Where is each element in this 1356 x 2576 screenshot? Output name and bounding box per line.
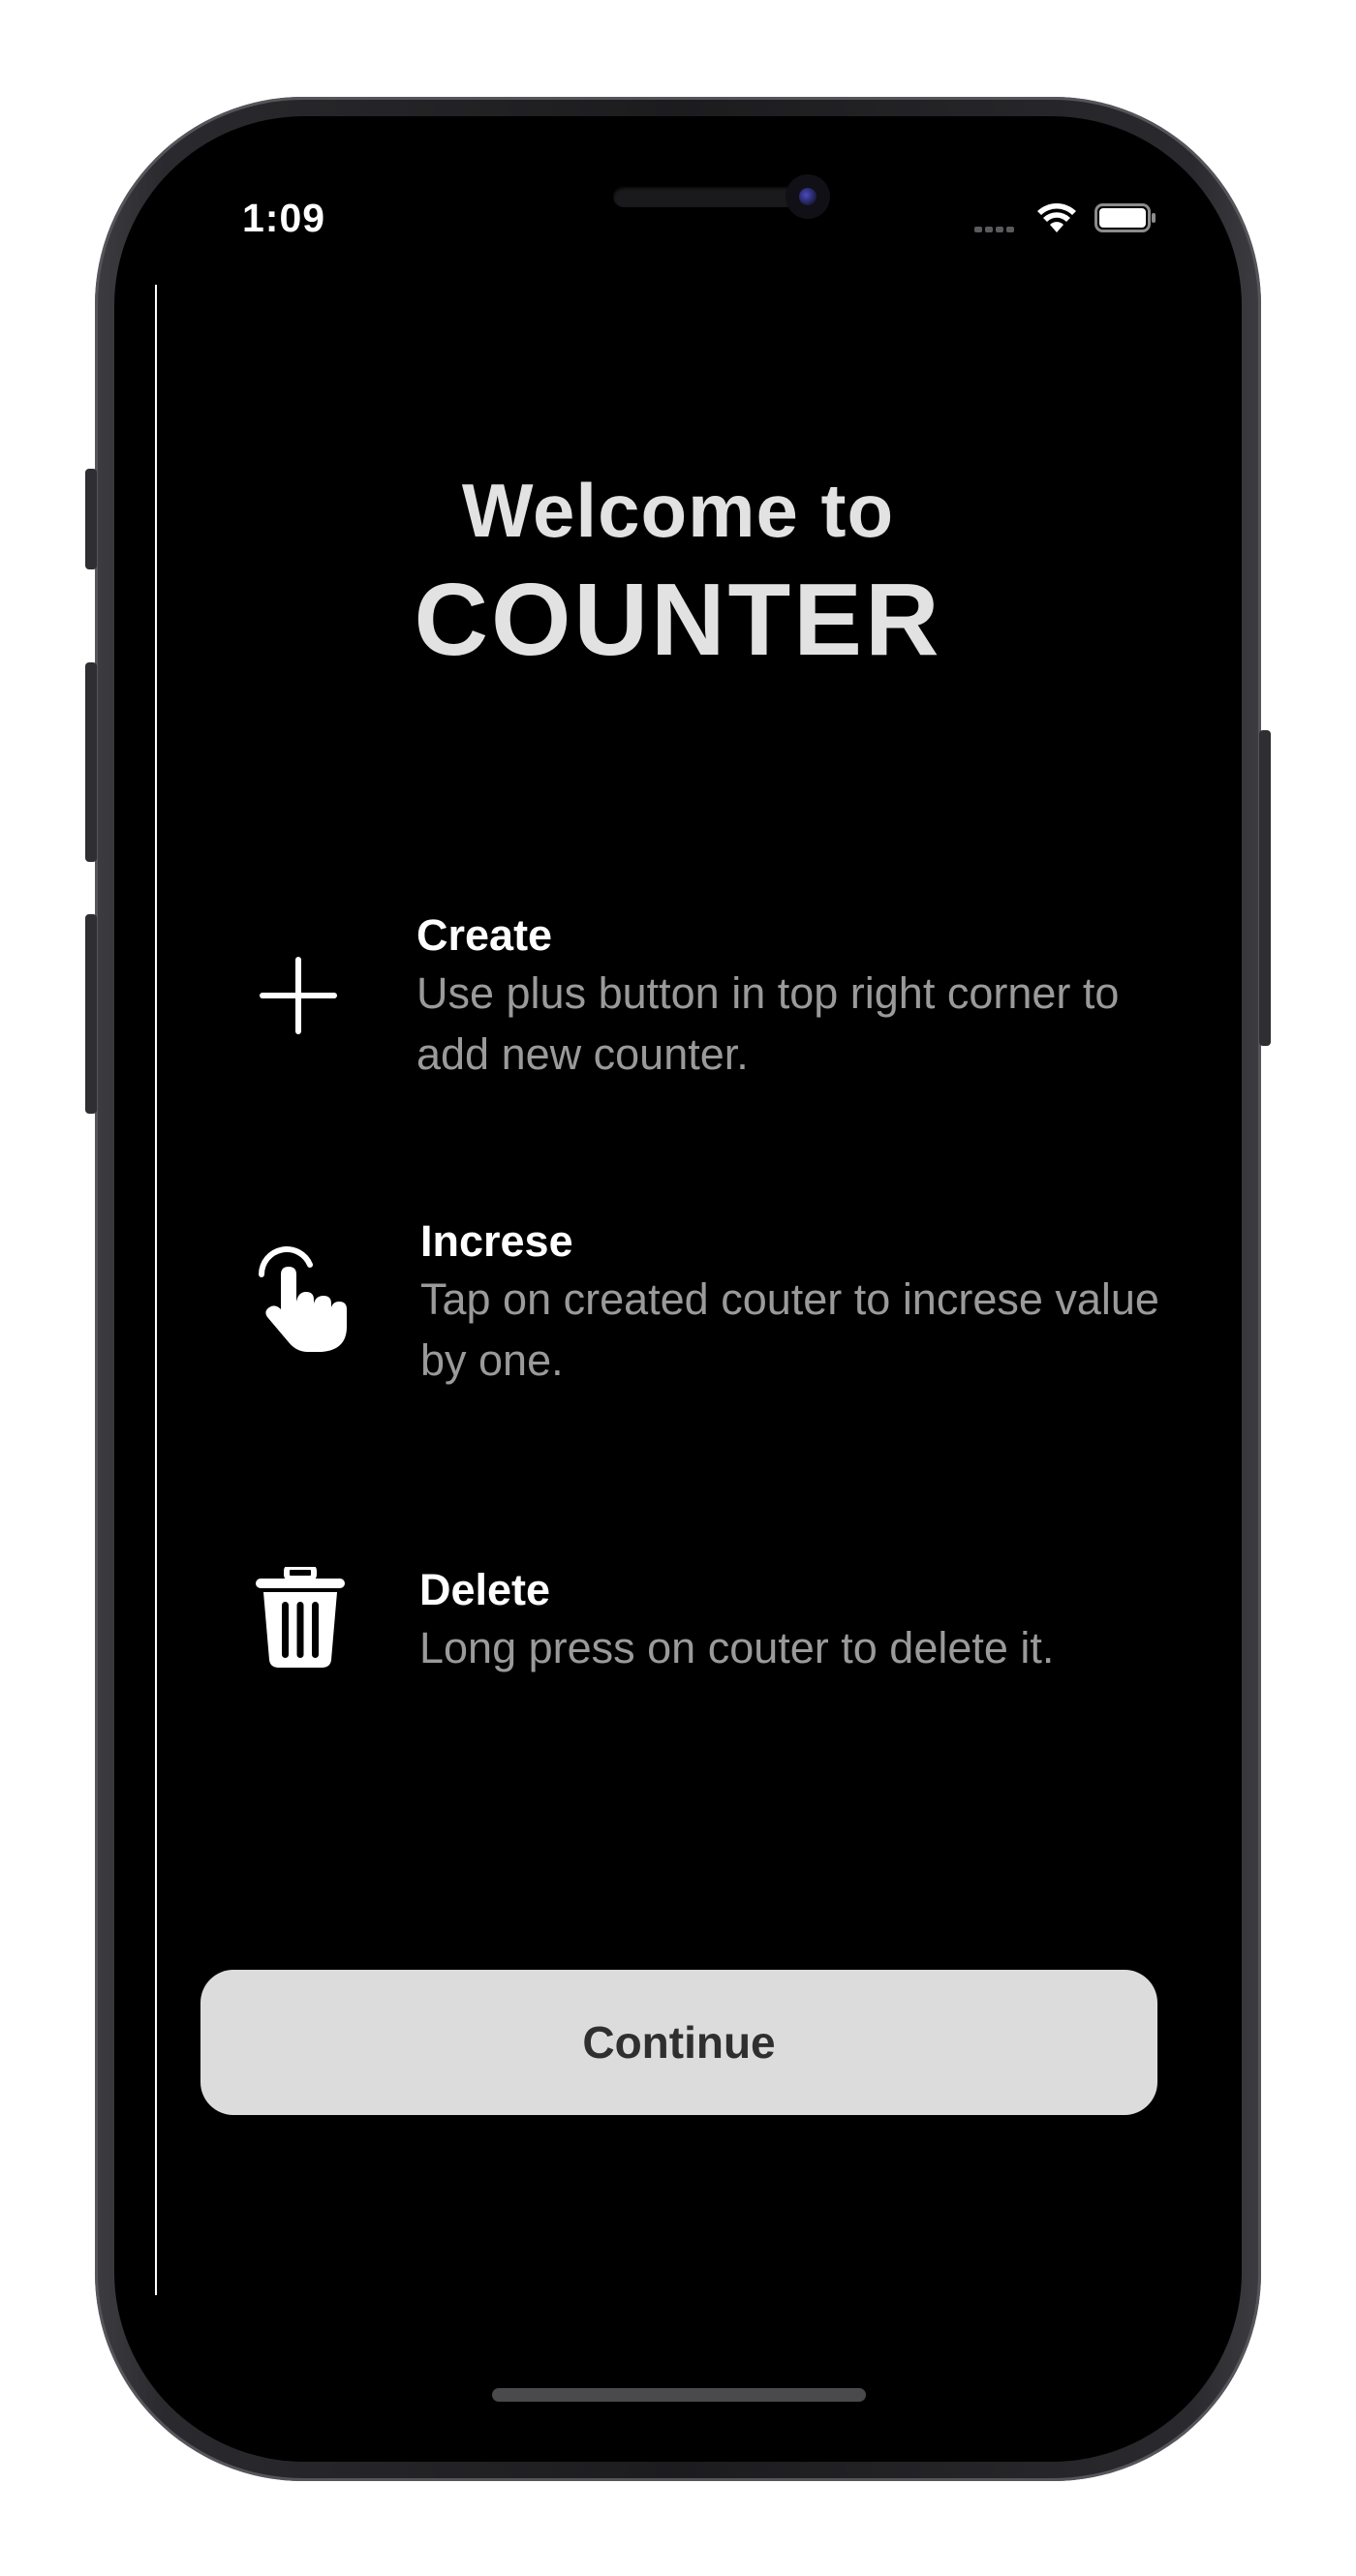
feature-delete-title: Delete <box>419 1565 551 1614</box>
volume-down-button <box>85 914 97 1114</box>
feature-increase-title: Increse <box>420 1216 573 1266</box>
feature-increase-description: Tap on created couter to increse value b… <box>420 1274 1159 1385</box>
trash-icon <box>256 1567 345 1668</box>
volume-up-button <box>85 662 97 862</box>
plus-icon <box>260 957 337 1034</box>
action-button <box>85 469 97 569</box>
app-screen: 1:09 Welcome to COUNTER Create Use plus … <box>114 116 1242 2462</box>
status-time: 1:09 <box>242 196 326 240</box>
wifi-icon <box>1037 203 1076 232</box>
hand-tap-icon <box>259 1246 347 1352</box>
continue-button[interactable]: Continue <box>200 1970 1157 2115</box>
front-camera <box>786 174 830 219</box>
welcome-heading: Welcome to <box>461 468 895 553</box>
battery-icon <box>1094 203 1156 232</box>
feature-create-description: Use plus button in top right corner to a… <box>416 968 1120 1079</box>
power-button <box>1259 730 1271 1046</box>
status-bar: 1:09 <box>114 116 1242 261</box>
earpiece-speaker <box>613 186 797 207</box>
home-indicator[interactable] <box>492 2388 866 2402</box>
app-name-heading: COUNTER <box>414 563 942 677</box>
feature-delete-description: Long press on couter to delete it. <box>419 1623 1055 1672</box>
cellular-signal-icon <box>974 225 1025 232</box>
feature-create-title: Create <box>416 910 553 960</box>
